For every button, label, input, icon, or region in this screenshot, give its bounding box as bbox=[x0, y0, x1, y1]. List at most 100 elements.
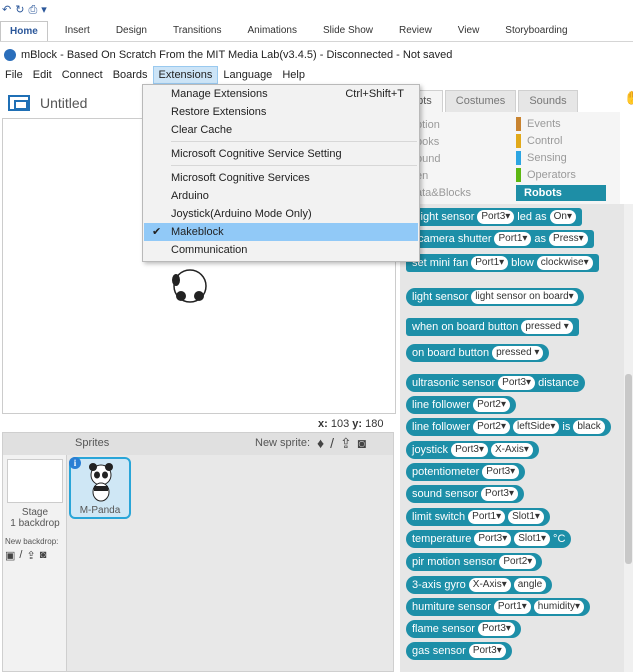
block-1[interactable]: t camera shutter Port1▾ as Press▾ bbox=[406, 230, 594, 248]
menu-item-restore-extensions[interactable]: Restore Extensions bbox=[144, 103, 418, 121]
category-operators[interactable]: Operators bbox=[516, 167, 576, 183]
ribbon-tab-review[interactable]: Review bbox=[390, 21, 441, 41]
ribbon-tab-view[interactable]: View bbox=[449, 21, 489, 41]
block-15-dropdown-1[interactable]: X-Axis▾ bbox=[468, 578, 511, 592]
ribbon-tab-home[interactable]: Home bbox=[0, 21, 48, 41]
block-9[interactable]: joystick Port3▾ X-Axis▾ bbox=[406, 441, 539, 459]
menu-help[interactable]: Help bbox=[277, 66, 310, 84]
customize-dropdown-icon[interactable]: ▾ bbox=[41, 4, 47, 16]
block-16-dropdown-1[interactable]: Port1▾ bbox=[493, 600, 531, 614]
block-8-dropdown-4[interactable]: black bbox=[573, 420, 605, 434]
fullscreen-icon[interactable] bbox=[8, 95, 30, 111]
block-8-dropdown-2[interactable]: leftSide▾ bbox=[513, 420, 560, 434]
menu-boards[interactable]: Boards bbox=[108, 66, 153, 84]
backdrop-upload-icon[interactable]: ⇪ bbox=[26, 549, 35, 562]
ribbon-tab-slide-show[interactable]: Slide Show bbox=[314, 21, 382, 41]
menu-item-cognitive-services[interactable]: Microsoft Cognitive Services bbox=[144, 169, 418, 187]
menu-edit[interactable]: Edit bbox=[28, 66, 57, 84]
menu-item-arduino[interactable]: Arduino bbox=[144, 187, 418, 205]
ribbon-tab-storyboarding[interactable]: Storyboarding bbox=[496, 21, 576, 41]
menu-item-makeblock[interactable]: ✔ Makeblock bbox=[144, 223, 418, 241]
block-18[interactable]: gas sensor Port3▾ bbox=[406, 642, 512, 660]
redo-icon[interactable]: ↻ bbox=[15, 4, 24, 16]
block-12-dropdown-1[interactable]: Port1▾ bbox=[468, 510, 506, 524]
block-15-dropdown-2[interactable]: angle bbox=[513, 578, 547, 592]
ribbon-tab-design[interactable]: Design bbox=[107, 21, 156, 41]
stage-column[interactable]: Stage 1 backdrop New backdrop: ▣ / ⇪ ◙ bbox=[3, 455, 67, 671]
block-8-dropdown-1[interactable]: Port2▾ bbox=[473, 420, 511, 434]
menu-language[interactable]: Language bbox=[218, 66, 277, 84]
camera-icon[interactable]: ◙ bbox=[358, 435, 366, 452]
block-6[interactable]: ultrasonic sensor Port3▾ distance bbox=[406, 374, 586, 392]
block-2-dropdown-1[interactable]: Port1▾ bbox=[471, 256, 509, 270]
block-3[interactable]: light sensor light sensor on board▾ bbox=[406, 288, 584, 306]
category-sensing[interactable]: Sensing bbox=[516, 150, 567, 166]
block-8[interactable]: line follower Port2▾ leftSide▾ is black bbox=[406, 418, 611, 436]
category-control[interactable]: Control bbox=[516, 133, 562, 149]
block-15[interactable]: 3-axis gyro X-Axis▾ angle bbox=[406, 576, 553, 594]
block-10[interactable]: potentiometer Port3▾ bbox=[406, 463, 526, 481]
sprite-library-icon[interactable]: ♦ bbox=[317, 435, 324, 452]
category-events[interactable]: Events bbox=[516, 116, 561, 132]
block-14-dropdown-1[interactable]: Port2▾ bbox=[499, 555, 537, 569]
backdrop-library-icon[interactable]: ▣ bbox=[5, 549, 15, 562]
block-7[interactable]: line follower Port2▾ bbox=[406, 396, 517, 414]
block-4-dropdown-1[interactable]: pressed ▾ bbox=[521, 320, 573, 334]
block-16[interactable]: humiture sensor Port1▾ humidity▾ bbox=[406, 598, 591, 616]
block-1-dropdown-3[interactable]: Press▾ bbox=[549, 232, 588, 246]
paint-brush-icon[interactable]: / bbox=[330, 435, 334, 452]
project-title[interactable]: Untitled bbox=[40, 95, 87, 111]
block-17-dropdown-1[interactable]: Port3▾ bbox=[477, 622, 515, 636]
block-13[interactable]: temperature Port3▾ Slot1▾ °C bbox=[406, 530, 572, 548]
block-5[interactable]: on board button pressed ▾ bbox=[406, 344, 550, 362]
menu-file[interactable]: File bbox=[0, 66, 28, 84]
block-17[interactable]: flame sensor Port3▾ bbox=[406, 620, 521, 638]
block-4[interactable]: when on board button pressed ▾ bbox=[406, 318, 579, 336]
info-icon[interactable]: i bbox=[69, 457, 81, 469]
block-13-dropdown-1[interactable]: Port3▾ bbox=[474, 532, 512, 546]
backdrop-camera-icon[interactable]: ◙ bbox=[40, 549, 47, 562]
menu-extensions[interactable]: Extensions bbox=[152, 66, 219, 84]
block-3-dropdown-1[interactable]: light sensor on board▾ bbox=[471, 290, 578, 304]
block-13-dropdown-2[interactable]: Slot1▾ bbox=[514, 532, 551, 546]
print-icon[interactable]: ⎙ bbox=[28, 4, 37, 16]
tab-costumes[interactable]: Costumes bbox=[444, 90, 517, 112]
block-2-dropdown-3[interactable]: clockwise▾ bbox=[536, 256, 593, 270]
block-10-dropdown-1[interactable]: Port3▾ bbox=[482, 465, 520, 479]
scrollbar-thumb[interactable] bbox=[625, 374, 632, 564]
ribbon-tab-insert[interactable]: Insert bbox=[56, 21, 99, 41]
block-0[interactable]: t light sensor Port3▾ led as On▾ bbox=[406, 208, 583, 226]
block-0-dropdown-3[interactable]: On▾ bbox=[549, 210, 577, 224]
block-14[interactable]: pir motion sensor Port2▾ bbox=[406, 553, 543, 571]
block-2[interactable]: set mini fan Port1▾ blow clockwise▾ bbox=[406, 254, 599, 272]
block-6-dropdown-1[interactable]: Port3▾ bbox=[498, 376, 536, 390]
block-11[interactable]: sound sensor Port3▾ bbox=[406, 485, 524, 503]
block-16-dropdown-2[interactable]: humidity▾ bbox=[533, 600, 585, 614]
block-12[interactable]: limit switch Port1▾ Slot1▾ bbox=[406, 508, 550, 526]
category-robots[interactable]: Robots bbox=[516, 185, 606, 201]
block-9-dropdown-2[interactable]: X-Axis▾ bbox=[490, 443, 533, 457]
menu-item-joystick[interactable]: Joystick(Arduino Mode Only) bbox=[144, 205, 418, 223]
ribbon-tab-animations[interactable]: Animations bbox=[239, 21, 306, 41]
category-data-blocks[interactable]: ata&Blocks bbox=[416, 185, 471, 201]
ribbon-tab-transitions[interactable]: Transitions bbox=[164, 21, 231, 41]
stage-thumbnail[interactable] bbox=[7, 459, 63, 503]
sprite-tile-m-panda[interactable]: i M-Panda bbox=[69, 457, 131, 519]
block-5-dropdown-1[interactable]: pressed ▾ bbox=[492, 346, 544, 360]
palette-scrollbar[interactable] bbox=[624, 204, 633, 672]
menu-item-communication[interactable]: Communication bbox=[144, 241, 418, 259]
menu-item-manage-extensions[interactable]: Manage Extensions Ctrl+Shift+T bbox=[144, 85, 418, 103]
menu-item-cognitive-service-setting[interactable]: Microsoft Cognitive Service Setting bbox=[144, 145, 418, 163]
block-9-dropdown-1[interactable]: Port3▾ bbox=[451, 443, 488, 457]
block-11-dropdown-1[interactable]: Port3▾ bbox=[481, 487, 518, 501]
tab-sounds[interactable]: Sounds bbox=[518, 90, 578, 112]
panda-sprite-on-stage[interactable] bbox=[168, 256, 212, 304]
backdrop-paint-icon[interactable]: / bbox=[19, 549, 22, 562]
menu-connect[interactable]: Connect bbox=[57, 66, 108, 84]
hand-icon[interactable]: ✋ bbox=[624, 90, 633, 106]
undo-icon[interactable]: ↶ bbox=[2, 4, 11, 16]
block-1-dropdown-1[interactable]: Port1▾ bbox=[494, 232, 532, 246]
block-0-dropdown-1[interactable]: Port3▾ bbox=[477, 210, 515, 224]
block-7-dropdown-1[interactable]: Port2▾ bbox=[473, 398, 511, 412]
menu-item-clear-cache[interactable]: Clear Cache bbox=[144, 121, 418, 139]
